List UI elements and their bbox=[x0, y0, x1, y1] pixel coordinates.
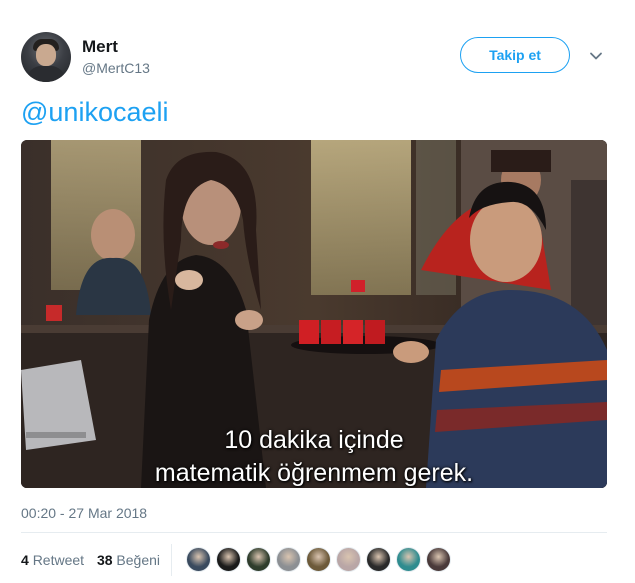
tweet-timestamp[interactable]: 00:20 - 27 Mar 2018 bbox=[21, 505, 147, 521]
retweet-count: 4 bbox=[21, 552, 29, 568]
media-subtitle-line2: matematik öğrenmem gerek. bbox=[154, 459, 474, 487]
likers-avatars bbox=[186, 547, 451, 573]
like-label: Beğeni bbox=[116, 552, 160, 568]
like-stat[interactable]: 38 Beğeni bbox=[97, 552, 160, 568]
liker-avatar[interactable] bbox=[426, 547, 451, 572]
liker-avatar[interactable] bbox=[186, 547, 211, 572]
liker-avatar[interactable] bbox=[276, 547, 301, 572]
avatar[interactable] bbox=[21, 32, 71, 82]
liker-avatar[interactable] bbox=[246, 547, 271, 572]
media-subtitle-line1: 10 dakika içinde bbox=[224, 426, 404, 454]
chevron-down-icon[interactable] bbox=[588, 48, 604, 64]
like-count: 38 bbox=[96, 552, 113, 568]
liker-avatar[interactable] bbox=[306, 547, 331, 572]
liker-avatar[interactable] bbox=[336, 547, 361, 572]
avatar-face bbox=[36, 44, 56, 66]
tweet-stats: 4 Retweet 38 Beğeni bbox=[21, 552, 169, 568]
retweet-label: Retweet bbox=[32, 552, 85, 568]
divider bbox=[21, 532, 607, 533]
user-handle[interactable]: @MertC13 bbox=[82, 60, 150, 76]
liker-avatar[interactable] bbox=[396, 547, 421, 572]
retweet-stat[interactable]: 4 Retweet bbox=[21, 552, 84, 568]
tweet-media-image[interactable]: 10 dakika içinde matematik öğrenmem gere… bbox=[21, 140, 607, 488]
avatar-shirt bbox=[27, 66, 65, 82]
user-name[interactable]: Mert bbox=[82, 37, 118, 57]
tweet-text-mention[interactable]: @unikocaeli bbox=[21, 97, 169, 128]
stats-separator bbox=[171, 544, 172, 576]
liker-avatar[interactable] bbox=[216, 547, 241, 572]
follow-button[interactable]: Takip et bbox=[460, 37, 570, 73]
liker-avatar[interactable] bbox=[366, 547, 391, 572]
